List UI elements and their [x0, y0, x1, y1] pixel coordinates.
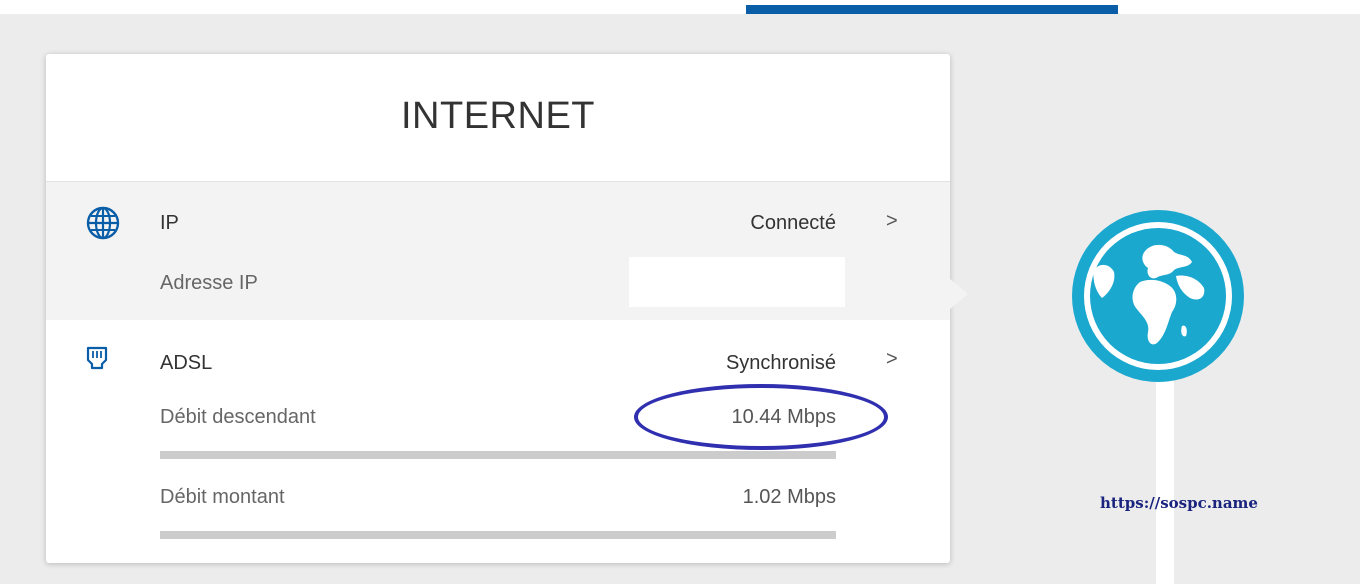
- adsl-status: Synchronisé: [725, 352, 836, 374]
- download-label: Débit descendant: [160, 406, 316, 428]
- connector-line: [1156, 370, 1174, 584]
- speed-highlight-ellipse: [634, 384, 888, 450]
- upload-value: 1.02 Mbps: [742, 486, 836, 508]
- active-tab-indicator: [746, 5, 1118, 14]
- download-bar: [160, 451, 836, 459]
- adsl-port-icon: [86, 346, 108, 370]
- upload-bar: [160, 531, 836, 539]
- internet-card: INTERNET IP Connecté > Adresse IP ADSL S…: [46, 54, 968, 563]
- ip-label: IP: [160, 212, 179, 234]
- globe-icon: [86, 206, 120, 240]
- upload-label: Débit montant: [160, 486, 285, 508]
- ip-address-label: Adresse IP: [160, 272, 258, 294]
- ip-address-value: [629, 257, 845, 307]
- card-title: INTERNET: [401, 95, 595, 137]
- section-pointer: [950, 279, 968, 309]
- ip-status: Connecté: [750, 212, 836, 234]
- adsl-label: ADSL: [160, 352, 213, 374]
- earth-globe-icon: [1070, 208, 1246, 384]
- watermark-text: https://sospc.name: [1100, 494, 1258, 512]
- ip-chevron-icon[interactable]: >: [886, 210, 898, 233]
- top-bar: [0, 0, 1360, 14]
- adsl-chevron-icon[interactable]: >: [886, 348, 898, 371]
